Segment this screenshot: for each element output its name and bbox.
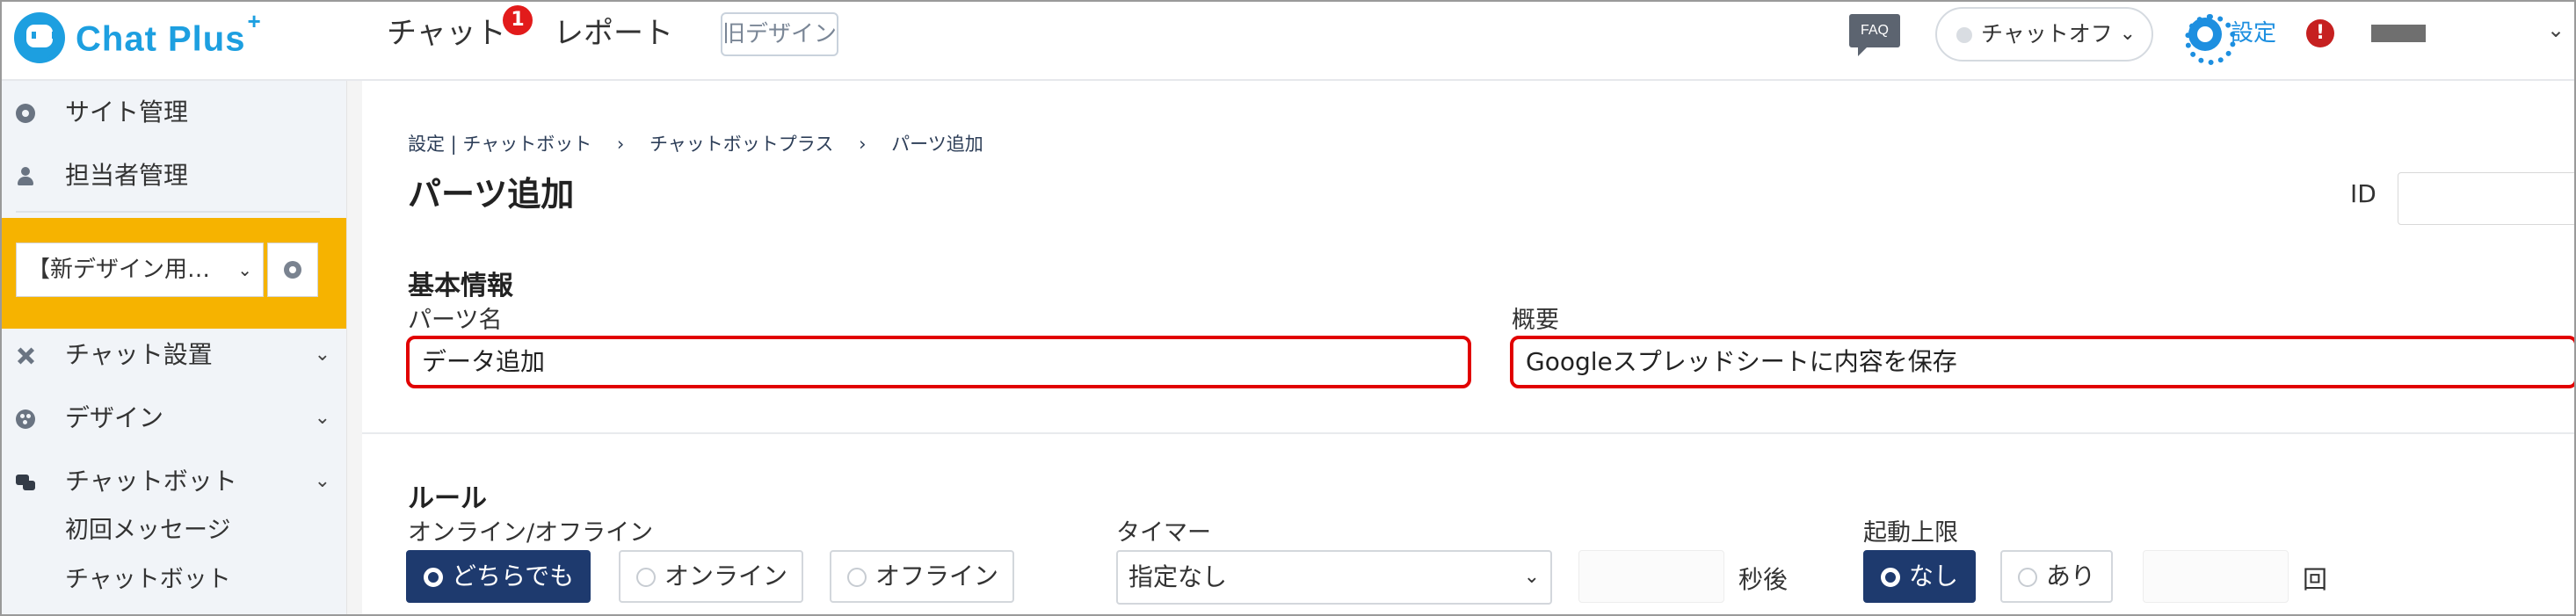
nav-report[interactable]: レポート xyxy=(554,12,673,54)
parts-name-label: パーツ名 xyxy=(408,307,503,334)
sidebar-item-label: チャットボット xyxy=(65,467,237,496)
online-option-online[interactable]: オンライン xyxy=(619,550,803,603)
chat-status-label: チャットオフ xyxy=(1981,21,2113,47)
faq-icon[interactable]: FAQ xyxy=(1849,14,1900,56)
chevron-down-icon: ⌄ xyxy=(237,259,252,280)
radio-icon xyxy=(847,568,867,587)
tools-icon xyxy=(16,346,35,366)
chat-logo-icon xyxy=(14,12,65,63)
sidebar-item-label: 担当者管理 xyxy=(65,161,189,190)
seconds-after-label: 秒後 xyxy=(1738,565,1789,594)
sidebar-item-staff-admin[interactable]: 担当者管理 xyxy=(2,151,346,200)
timer-select-value: 指定なし xyxy=(1128,562,1228,591)
activation-limit-label: 起動上限 xyxy=(1863,519,1958,547)
summary-input[interactable]: Googleスプレッドシートに内容を保存 xyxy=(1510,336,2574,388)
user-menu-chevron-icon[interactable]: ⌄ xyxy=(2547,18,2565,42)
chat-bubbles-icon xyxy=(16,473,35,492)
sidebar-subitem-first-message[interactable]: 初回メッセージ xyxy=(2,508,346,554)
chat-notification-badge: 1 xyxy=(503,5,533,35)
chat-status-dropdown[interactable]: チャットオフ ⌄ xyxy=(1935,7,2153,62)
id-field[interactable] xyxy=(2398,172,2574,225)
chevron-down-icon: ⌄ xyxy=(314,470,330,492)
timer-select[interactable]: 指定なし ⌄ xyxy=(1116,550,1552,605)
sidebar-item-label: チャット設置 xyxy=(65,340,213,369)
breadcrumb-chatbot-plus[interactable]: チャットボットプラス xyxy=(649,134,833,155)
sidebar-item-design[interactable]: デザイン ⌄ xyxy=(2,394,346,443)
person-gear-icon xyxy=(16,167,35,186)
timer-label: タイマー xyxy=(1116,519,1211,547)
rules-heading: ルール xyxy=(408,483,487,514)
sidebar-item-label: デザイン xyxy=(65,403,164,432)
status-dot-icon xyxy=(1956,27,1972,43)
breadcrumb-separator: › xyxy=(616,134,625,155)
app-window: Chat Plus+ チャット 1 レポート 旧デザイン FAQ チャットオフ … xyxy=(0,0,2576,616)
top-bar: Chat Plus+ チャット 1 レポート 旧デザイン FAQ チャットオフ … xyxy=(2,2,2574,81)
gear-icon xyxy=(284,261,301,279)
section-divider xyxy=(362,432,2574,434)
sidebar-item-site-admin[interactable]: サイト管理 xyxy=(2,88,346,137)
gears-icon xyxy=(16,104,35,123)
limit-count-input[interactable] xyxy=(2143,550,2289,603)
chevron-down-icon: ⌄ xyxy=(314,344,330,366)
summary-label: 概要 xyxy=(1512,307,1559,334)
main-content: 設定 | チャットボット › チャットボットプラス › パーツ追加 パーツ追加 … xyxy=(362,81,2574,614)
limit-option-none[interactable]: なし xyxy=(1863,550,1976,603)
settings-link[interactable]: 設定 xyxy=(2185,12,2277,65)
chevron-down-icon: ⌄ xyxy=(314,407,330,429)
radio-icon xyxy=(636,568,656,587)
logo-plus: + xyxy=(247,7,262,34)
sidebar-item-label: サイト管理 xyxy=(65,98,189,127)
breadcrumb-settings-chatbot[interactable]: 設定 | チャットボット xyxy=(408,134,591,155)
online-offline-label: オンライン/オフライン xyxy=(408,519,654,547)
chevron-down-icon: ⌄ xyxy=(1523,566,1540,588)
online-option-offline[interactable]: オフライン xyxy=(830,550,1014,603)
breadcrumb: 設定 | チャットボット › チャットボットプラス › パーツ追加 xyxy=(408,130,1003,156)
sidebar-scrollbar[interactable] xyxy=(346,81,362,614)
times-unit-label: 回 xyxy=(2303,565,2328,594)
id-label: ID xyxy=(2350,179,2376,208)
site-selector-panel: 【新デザイン用… ⌄ xyxy=(2,218,346,329)
sidebar-item-chatbot[interactable]: チャットボット ⌄ xyxy=(2,457,346,506)
chevron-down-icon: ⌄ xyxy=(2119,23,2136,45)
online-option-either[interactable]: どちらでも xyxy=(406,550,591,603)
sidebar-divider xyxy=(16,211,320,213)
settings-label: 設定 xyxy=(2231,20,2277,47)
gear-icon xyxy=(2185,14,2236,65)
sidebar-subitem-chatbot[interactable]: チャットボット xyxy=(2,557,346,603)
user-avatar[interactable] xyxy=(2371,25,2426,42)
radio-icon xyxy=(2018,568,2037,587)
timer-seconds-input[interactable] xyxy=(1578,550,1724,603)
nav-chat[interactable]: チャット xyxy=(387,12,506,54)
alert-icon[interactable]: ! xyxy=(2306,19,2334,47)
palette-icon xyxy=(16,409,35,429)
radio-icon xyxy=(1881,568,1900,587)
old-design-button[interactable]: 旧デザイン xyxy=(721,12,838,56)
page-title: パーツ追加 xyxy=(408,175,575,214)
site-settings-button[interactable] xyxy=(267,243,318,297)
chat-plus-logo[interactable]: Chat Plus+ xyxy=(14,7,262,65)
breadcrumb-current: パーツ追加 xyxy=(891,134,983,155)
logo-text: Chat Plus xyxy=(76,19,246,59)
site-select-value: 【新デザイン用… xyxy=(27,257,211,283)
radio-icon xyxy=(424,568,443,587)
breadcrumb-separator: › xyxy=(859,134,867,155)
limit-option-yes[interactable]: あり xyxy=(2000,550,2113,603)
basic-info-heading: 基本情報 xyxy=(408,271,513,301)
sidebar-item-chat-setup[interactable]: チャット設置 ⌄ xyxy=(2,330,346,380)
site-select[interactable]: 【新デザイン用… ⌄ xyxy=(16,243,264,297)
parts-name-input[interactable]: データ追加 xyxy=(406,336,1471,388)
